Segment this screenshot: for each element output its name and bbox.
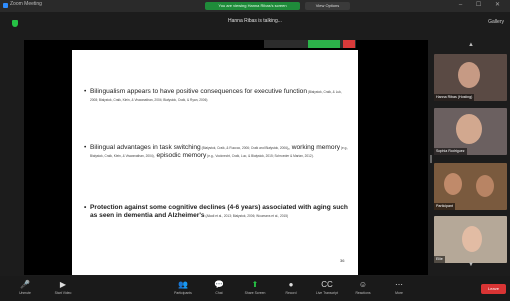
bullet-3-citation: (Alladi et al., 2013; Bialystok, 2006; W… <box>204 214 289 218</box>
bullet-2-working-memory: , working memory <box>288 144 341 151</box>
toolbar-label: Participants <box>174 291 192 295</box>
slide-page-number: 36 <box>340 258 345 263</box>
participant-video <box>476 175 494 197</box>
participant-name: Participant <box>434 203 455 210</box>
start-video-button[interactable]: ▶ Start Video <box>48 276 78 301</box>
participant-video <box>458 62 480 88</box>
presentation-slide <box>72 50 358 275</box>
participant-name: Hanna Ribas (Hosting) <box>434 94 475 101</box>
bullet-dot: • <box>84 88 87 95</box>
closed-caption-icon: CC <box>321 280 333 289</box>
toolbar-label: More <box>395 291 403 295</box>
toolbar-label: Share Screen <box>244 291 266 295</box>
unmute-button[interactable]: 🎤 Unmute <box>10 276 40 301</box>
gallery-view-button[interactable]: Gallery <box>488 19 504 25</box>
microphone-muted-icon: 🎤 <box>20 280 30 289</box>
bullet-2-citation-1: (Bialystok, Craik, & Ruocco, 2006; Craik… <box>200 146 289 150</box>
more-icon: ⋯ <box>395 280 403 289</box>
participants-button[interactable]: 👥 Participants <box>168 276 198 301</box>
toolbar-label: Live Transcript <box>315 291 339 295</box>
leave-meeting-button[interactable]: Leave <box>481 284 506 294</box>
bullet-2-episodic-memory: episodic memory <box>154 152 207 159</box>
participant-video <box>444 173 462 195</box>
toolbar-label: Chat <box>215 291 223 295</box>
meeting-toolbar: 🎤 Unmute ▶ Start Video 👥 Participants 💬 … <box>0 276 510 301</box>
toolbar-label: Start Video <box>54 291 72 295</box>
participant-name: Sophia Rodriguez <box>434 148 467 155</box>
toolbar-label: Reactions <box>355 291 371 295</box>
participants-icon: 👥 <box>178 280 188 289</box>
window-controls[interactable]: – ☐ ✕ <box>459 1 506 8</box>
reactions-icon: ☺ <box>358 280 368 289</box>
live-transcript-button[interactable]: CC Live Transcript <box>312 276 342 301</box>
active-speaker-label: Hanna Ribas is talking... <box>228 18 282 24</box>
bullet-dot: • <box>84 204 87 211</box>
presenter-mini-green-button[interactable] <box>308 40 340 48</box>
video-camera-icon: ▶ <box>59 280 67 289</box>
bullet-2-text: Bilingual advantages in task switching <box>90 144 201 151</box>
chat-button[interactable]: 💬 Chat <box>204 276 234 301</box>
zoom-logo-icon <box>3 3 8 8</box>
toolbar-label: Record <box>285 291 297 295</box>
chat-icon: 💬 <box>214 280 224 289</box>
record-button[interactable]: ● Record <box>276 276 306 301</box>
share-screen-button[interactable]: ⬆ Share Screen <box>240 276 270 301</box>
record-icon: ● <box>288 280 294 289</box>
slide-bullet-1: • Bilingualism appears to have positive … <box>84 88 350 104</box>
participant-video <box>462 226 482 252</box>
chevron-down-icon[interactable]: ▼ <box>468 262 474 268</box>
toolbar-label: Unmute <box>19 291 31 295</box>
participant-name: Ellie <box>434 256 445 263</box>
panel-resize-handle[interactable] <box>430 155 432 163</box>
presenter-mini-red-button[interactable] <box>343 40 355 48</box>
participant-tile[interactable]: Sophia Rodriguez <box>434 108 507 155</box>
participant-video <box>456 114 482 144</box>
bullet-1-text: Bilingualism appears to have positive co… <box>90 88 307 95</box>
screen-share-status: You are viewing Hanna Ribas's screen <box>205 2 300 10</box>
share-screen-icon: ⬆ <box>251 280 259 289</box>
slide-bullet-3: • Protection against some cognitive decl… <box>84 204 352 220</box>
reactions-button[interactable]: ☺ Reactions <box>348 276 378 301</box>
window-title: Zoom Meeting <box>10 1 42 7</box>
bullet-dot: • <box>84 144 87 151</box>
participant-tile[interactable]: Participant <box>434 163 507 210</box>
security-shield-icon[interactable] <box>12 20 18 27</box>
participant-tile[interactable]: Hanna Ribas (Hosting) <box>434 54 507 101</box>
window-titlebar: Zoom Meeting You are viewing Hanna Ribas… <box>0 0 510 12</box>
slide-bullet-2: • Bilingual advantages in task switching… <box>84 144 352 160</box>
chevron-up-icon[interactable]: ▲ <box>468 42 474 48</box>
participant-tile[interactable]: Ellie <box>434 216 507 263</box>
bullet-2-citation-3: (e.g., Vocknecht, Craik, Luo, & Bialysto… <box>206 154 314 158</box>
more-button[interactable]: ⋯ More <box>384 276 414 301</box>
view-options-button[interactable]: View Options <box>305 2 350 10</box>
